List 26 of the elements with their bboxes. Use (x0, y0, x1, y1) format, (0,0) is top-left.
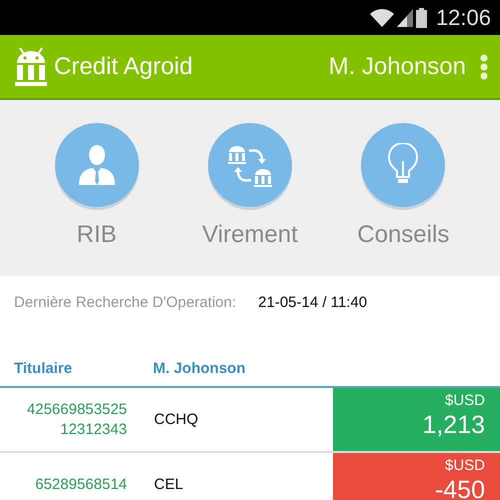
last-search-label: Dernière Recherche D'Operation: (14, 294, 236, 313)
amount-value: -450 (434, 476, 485, 500)
user-name[interactable]: M. Johonson (328, 52, 466, 80)
account-type: CCHQ (153, 410, 200, 430)
currency-label: $USD (444, 392, 485, 409)
column-header: Titulaire (13, 360, 74, 377)
bank-logo-icon (14, 46, 48, 86)
more-menu-icon[interactable] (480, 54, 488, 80)
action-label: Virement (202, 221, 298, 249)
account-number: 425669853525 (26, 400, 127, 420)
signal-icon (396, 8, 413, 26)
person-icon (76, 143, 117, 187)
action-label: Conseils (357, 221, 450, 249)
wifi-icon (370, 8, 394, 26)
clock-time: 12:06 (436, 4, 491, 30)
battery-icon (416, 8, 427, 28)
account-type: CEL (153, 475, 184, 495)
action-label: RIB (76, 221, 117, 249)
account-number: 65289568514 (35, 474, 127, 494)
currency-label: $USD (444, 457, 485, 474)
bank-transfer-drawing (228, 143, 272, 187)
amount-value: 1,213 (422, 411, 485, 440)
column-header: M. Johonson (153, 360, 246, 377)
app-title: Credit Agroid (54, 52, 194, 80)
account-number: 12312343 (60, 420, 127, 440)
last-search-value: 21-05-14 / 11:40 (258, 294, 368, 313)
